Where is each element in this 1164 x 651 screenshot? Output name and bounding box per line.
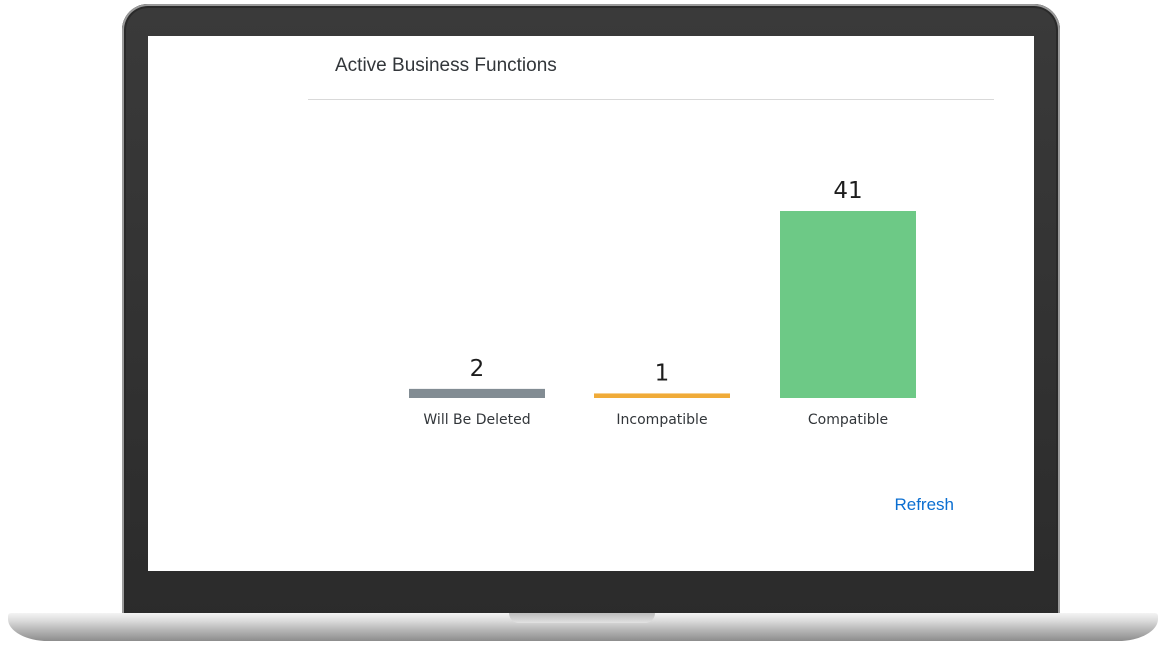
- category-label: Incompatible: [616, 412, 707, 428]
- bar-will-be-deleted[interactable]: [409, 388, 545, 398]
- refresh-link[interactable]: Refresh: [894, 495, 954, 515]
- screen: Active Business Functions 2 Will Be Delet…: [148, 36, 1034, 571]
- category-label: Will Be Deleted: [423, 412, 530, 428]
- data-label: 1: [655, 360, 670, 386]
- data-label: 41: [833, 178, 862, 204]
- category-label: Compatible: [808, 412, 888, 428]
- bar-chart: 2 Will Be Deleted 1 Incompatible 41 Compatibl…: [409, 178, 916, 428]
- laptop-base-notch: [509, 613, 655, 623]
- bar-compatible[interactable]: [780, 211, 916, 398]
- data-label: 2: [470, 356, 485, 382]
- bar-incompatible[interactable]: [594, 393, 730, 398]
